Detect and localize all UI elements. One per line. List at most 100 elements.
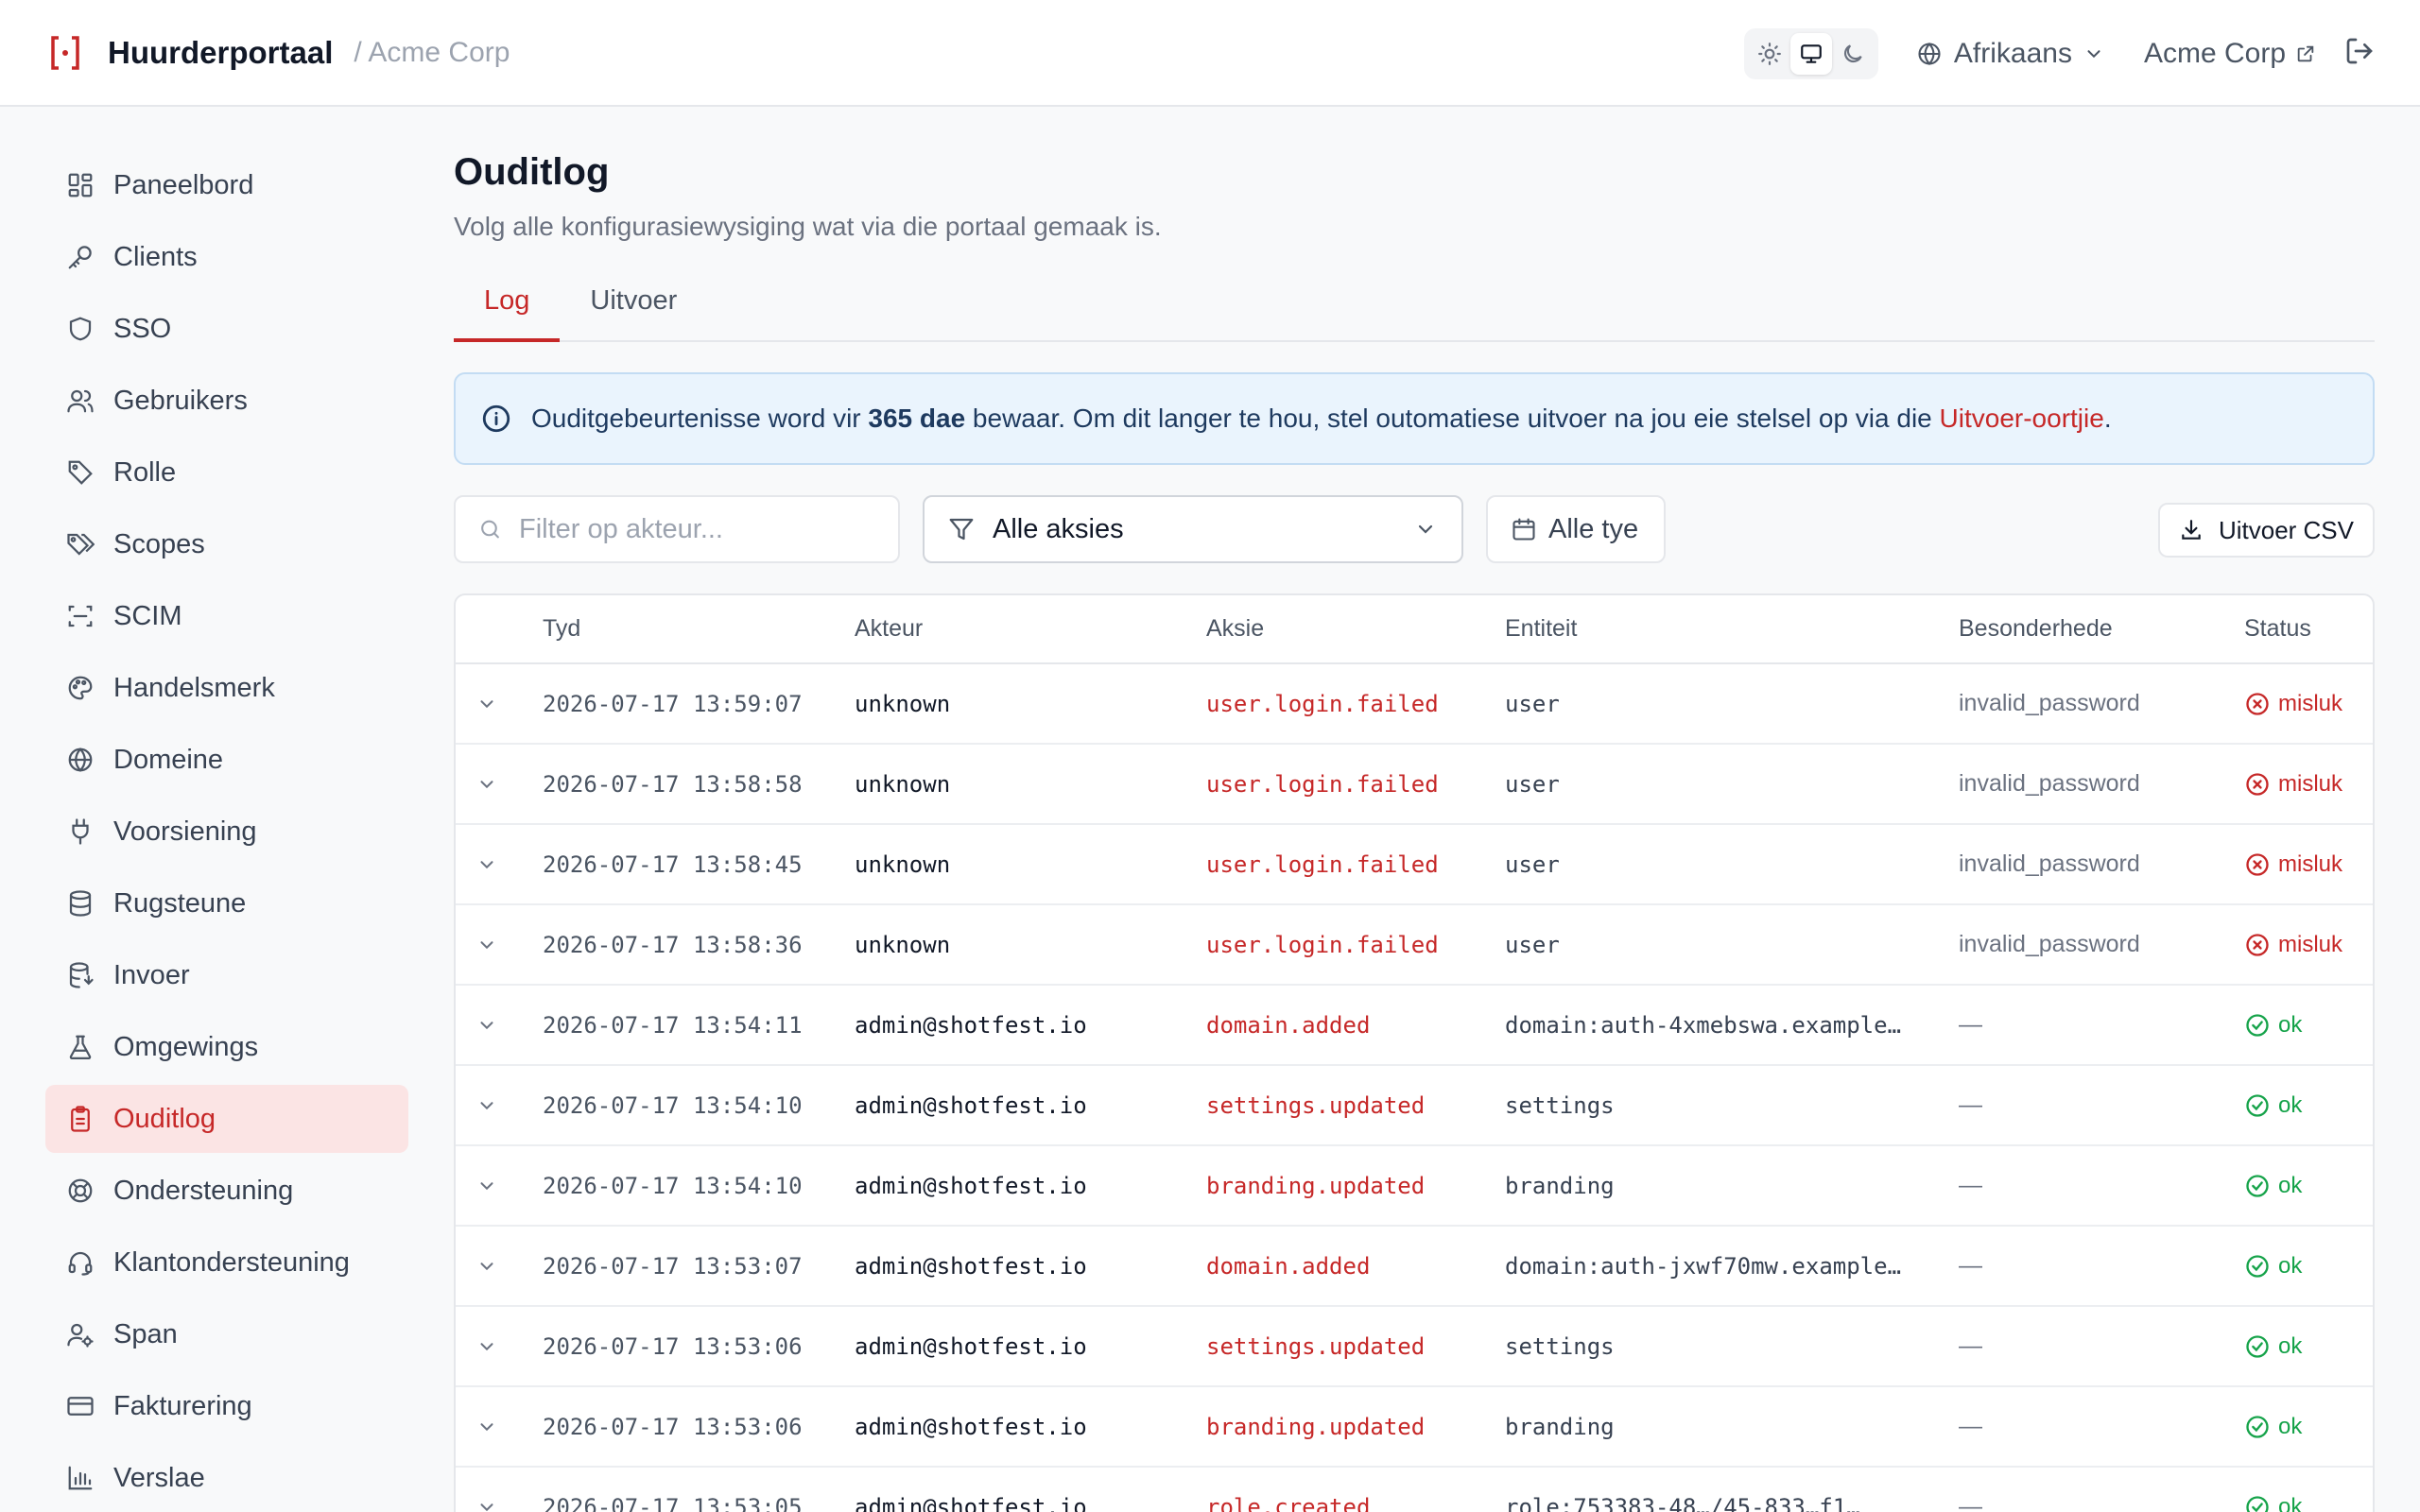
header-entity[interactable]: Entiteit — [1505, 595, 1959, 664]
row-expand-button[interactable] — [456, 1145, 543, 1227]
sidebar-item-klantondersteuning[interactable]: Klantondersteuning — [45, 1228, 408, 1297]
globe-icon — [68, 747, 93, 772]
sidebar-item-scim[interactable]: SCIM — [45, 582, 408, 650]
export-csv-label: Uitvoer CSV — [2218, 515, 2354, 544]
row-expand-button[interactable] — [456, 1065, 543, 1146]
sidebar-item-domeine[interactable]: Domeine — [45, 726, 408, 794]
cell-actor: admin@shotfest.io — [855, 1065, 1206, 1146]
header-expand — [456, 595, 543, 664]
tab-log[interactable]: Log — [454, 278, 561, 342]
tab-uitvoer[interactable]: Uitvoer — [560, 278, 707, 342]
row-expand-button[interactable] — [456, 985, 543, 1066]
table-row[interactable]: 2026-07-17 13:53:06 admin@shotfest.io bran… — [456, 1386, 2373, 1468]
table-row[interactable]: 2026-07-17 13:54:10 admin@shotfest.io bran… — [456, 1145, 2373, 1227]
lifebuoy-icon — [68, 1178, 93, 1203]
sidebar-item-rolle[interactable]: Rolle — [45, 438, 408, 507]
sidebar-item-omgewings[interactable]: Omgewings — [45, 1013, 408, 1081]
cell-details: — — [1959, 1145, 2244, 1227]
sidebar-item-label: Clients — [113, 241, 198, 272]
brand-name: Huurderportaal — [108, 34, 334, 70]
system-theme-button[interactable] — [1789, 32, 1832, 75]
header-action[interactable]: Aksie — [1206, 595, 1505, 664]
table-row[interactable]: 2026-07-17 13:54:10 admin@shotfest.io sett… — [456, 1065, 2373, 1146]
cell-action: role.created — [1206, 1467, 1505, 1512]
tenant-link[interactable]: Acme Corp — [2144, 38, 2316, 70]
status-badge: misluk — [2244, 850, 2373, 878]
sidebar-item-invoer[interactable]: Invoer — [45, 941, 408, 1009]
sidebar-item-fakturering[interactable]: Fakturering — [45, 1372, 408, 1440]
header-actor[interactable]: Akteur — [855, 595, 1206, 664]
table-row[interactable]: 2026-07-17 13:53:07 admin@shotfest.io doma… — [456, 1226, 2373, 1307]
actor-filter-input[interactable] — [519, 513, 875, 545]
row-expand-button[interactable] — [456, 1226, 543, 1307]
status-label: ok — [2278, 1332, 2303, 1359]
language-label: Afrikaans — [1953, 37, 2072, 69]
table-row[interactable]: 2026-07-17 13:54:11 admin@shotfest.io doma… — [456, 985, 2373, 1066]
date-range-button[interactable]: Alle tye — [1486, 495, 1666, 563]
status-label: misluk — [2278, 850, 2343, 877]
logout-button[interactable] — [2344, 36, 2375, 71]
table-row[interactable]: 2026-07-17 13:58:45 unknown user.login.fai… — [456, 824, 2373, 905]
sidebar-item-rugsteune[interactable]: Rugsteune — [45, 869, 408, 937]
table-row[interactable]: 2026-07-17 13:58:36 unknown user.login.fai… — [456, 904, 2373, 986]
tag-icon — [68, 460, 93, 485]
action-select[interactable]: Alle aksies — [923, 495, 1463, 563]
sidebar-item-gebruikers[interactable]: Gebruikers — [45, 367, 408, 435]
light-theme-button[interactable] — [1749, 33, 1790, 75]
table-row[interactable]: 2026-07-17 13:59:07 unknown user.login.fai… — [456, 663, 2373, 745]
header-time[interactable]: Tyd — [543, 595, 855, 664]
calendar-icon — [1512, 518, 1535, 541]
cell-details: — — [1959, 1226, 2244, 1307]
table-row[interactable]: 2026-07-17 13:58:58 unknown user.login.fai… — [456, 744, 2373, 825]
cell-details: — — [1959, 985, 2244, 1066]
sidebar-item-span[interactable]: Span — [45, 1300, 408, 1368]
row-expand-button[interactable] — [456, 663, 543, 745]
row-expand-button[interactable] — [456, 1386, 543, 1468]
row-expand-button[interactable] — [456, 744, 543, 825]
database-icon — [69, 890, 92, 917]
language-select[interactable]: Afrikaans — [1916, 38, 2104, 70]
sidebar-item-voorsiening[interactable]: Voorsiening — [45, 798, 408, 866]
cell-status: ok — [2244, 985, 2373, 1066]
row-expand-button[interactable] — [456, 904, 543, 986]
sidebar-item-label: Gebruikers — [113, 385, 248, 416]
header-details[interactable]: Besonderhede — [1959, 595, 2244, 664]
export-csv-button[interactable]: Uitvoer CSV — [2157, 503, 2375, 558]
moon-icon — [1843, 43, 1862, 62]
row-expand-button[interactable] — [456, 1467, 543, 1512]
brand[interactable]: Huurderportaal / Acme Corp — [49, 35, 510, 71]
table-row[interactable]: 2026-07-17 13:53:06 admin@shotfest.io sett… — [456, 1306, 2373, 1387]
export-tab-link[interactable]: Uitvoer-oortjie — [1940, 404, 2104, 433]
row-expand-button[interactable] — [456, 824, 543, 905]
cell-details: — — [1959, 1065, 2244, 1146]
cell-action: user.login.failed — [1206, 744, 1505, 825]
external-link-icon — [2297, 45, 2314, 61]
sidebar-item-scopes[interactable]: Scopes — [45, 510, 408, 578]
shield-icon — [69, 317, 92, 341]
cell-entity: domain:auth-jxwf70mw.example… — [1505, 1226, 1959, 1307]
cell-status: ok — [2244, 1145, 2373, 1227]
row-expand-button[interactable] — [456, 1306, 543, 1387]
sidebar-item-verslae[interactable]: Verslae — [45, 1444, 408, 1512]
header-status[interactable]: Status — [2244, 595, 2373, 664]
sidebar-item-ondersteuning[interactable]: Ondersteuning — [45, 1157, 408, 1225]
cell-details: invalid_password — [1959, 744, 2244, 825]
sidebar-item-clients[interactable]: Clients — [45, 223, 408, 291]
sidebar-item-sso[interactable]: SSO — [45, 295, 408, 363]
sidebar-item-paneelbord[interactable]: Paneelbord — [45, 151, 408, 219]
cell-time: 2026-07-17 13:53:05 — [543, 1467, 855, 1512]
credit-card-icon — [67, 1397, 94, 1416]
cell-action: branding.updated — [1206, 1386, 1505, 1468]
status-label: misluk — [2278, 770, 2343, 797]
cell-time: 2026-07-17 13:54:11 — [543, 985, 855, 1066]
sidebar-item-handelsmerk[interactable]: Handelsmerk — [45, 654, 408, 722]
sidebar-item-label: Domeine — [113, 744, 224, 775]
logout-icon — [2346, 38, 2373, 64]
sidebar-item-ouditlog[interactable]: Ouditlog — [45, 1085, 408, 1153]
table-row[interactable]: 2026-07-17 13:53:05 admin@shotfest.io role… — [456, 1467, 2373, 1512]
dark-theme-button[interactable] — [1832, 33, 1874, 75]
status-badge: ok — [2244, 1494, 2373, 1512]
sidebar-item-label: SCIM — [113, 600, 182, 631]
sidebar-item-label: Invoer — [113, 959, 190, 990]
chevron-down-icon — [480, 780, 493, 788]
